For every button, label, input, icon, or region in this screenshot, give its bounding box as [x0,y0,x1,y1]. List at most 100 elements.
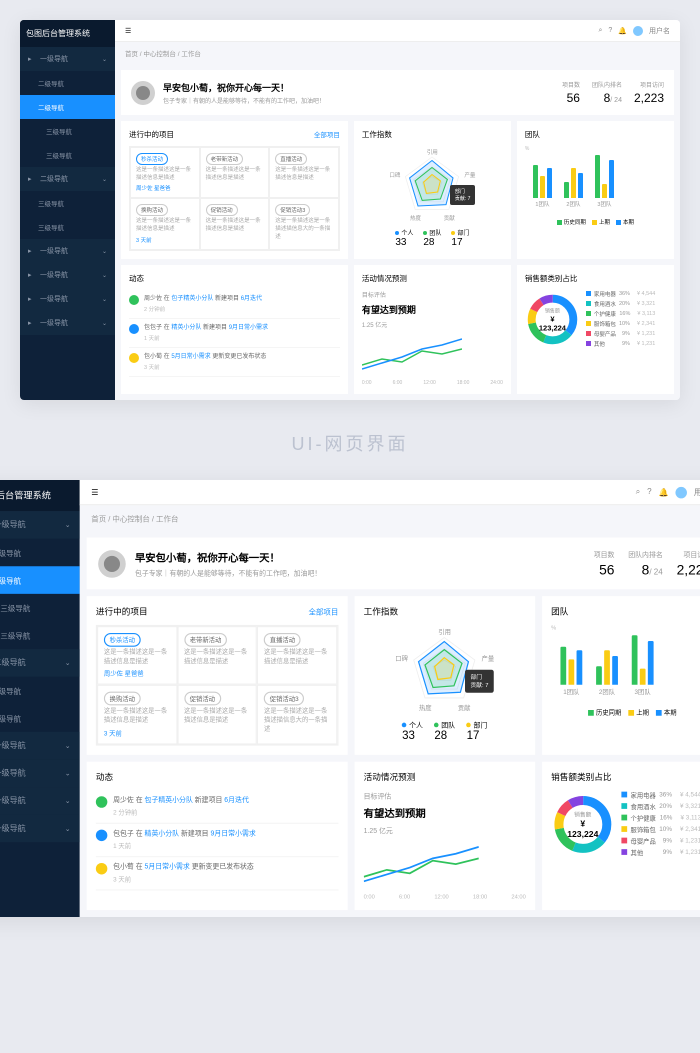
all-projects-link[interactable]: 全部项目 [314,129,340,140]
cloud-icon: ▸ [28,319,36,327]
username[interactable]: 用户名 [649,26,670,36]
sidebar-item[interactable]: ▸一级导航⌄ [20,287,115,311]
chevron-down-icon: ⌄ [65,797,71,805]
sidebar-item[interactable]: ▸一级导航⌄ [20,47,115,71]
team-card: 团队 % 1团队2团队3团队 历史同期上期本期 [542,596,700,754]
search-icon[interactable]: ⌕ [598,27,602,35]
grid-icon: ▸ [28,271,36,279]
sidebar-item[interactable]: ▸一级导航⌄ [20,239,115,263]
menu-icon[interactable]: ☰ [91,487,98,496]
sidebar-item[interactable]: 三级导航 [0,704,80,732]
sidebar-item[interactable]: 二级导航 [20,71,115,95]
radar-tooltip: 部门贡献: 7 [450,185,476,205]
activity-item[interactable]: 包小萄 在 5月日常小需求 更新变更已发布状态3 天前 [129,348,340,377]
sidebar-item[interactable]: ▸一级导航⌄ [20,311,115,335]
activity-item[interactable]: 包包子 在 精英小分队 新建项目 9月日常小需求1 天前 [129,319,340,348]
avatar[interactable] [675,486,687,498]
project-cell[interactable]: 直播活动这是一条描述这是一条描述信息是描述 [257,626,337,685]
username[interactable]: 用户名 [694,486,700,498]
help-icon[interactable]: ? [608,27,612,34]
sidebar-item[interactable]: 三级导航 [20,143,115,167]
donut-card: 销售额类别占比 销售额¥ 123,224 家用电器36%¥ 4 [542,761,700,909]
menu-icon[interactable]: ☰ [125,27,131,35]
sidebar-item[interactable]: 三级导航 [0,594,80,622]
activity-item[interactable]: 周少佐 在 包子精英小分队 新建项目 6月迭代2 分钟前 [96,790,338,823]
topbar: ☰ ⌕ ? 🔔 用户名 [115,20,680,42]
all-projects-link[interactable]: 全部项目 [308,605,338,618]
activity-item[interactable]: 周少佐 在 包子精英小分队 新建项目 6月迭代2 分钟前 [129,290,340,319]
donut-title: 销售额类别占比 [551,770,611,783]
forecast-line [362,335,462,375]
sidebar-item[interactable]: ▸一级导航⌄ [20,263,115,287]
chevron-down-icon: ⌄ [102,272,107,279]
project-cell[interactable]: 促销活动3这是一条描述这是一条描述描信息大的一条描述 [269,198,339,249]
projects-grid: 秒杀活动这是一条描述这是一条描述信息是描述周少佐 星爸爸老带新活动这是一条描述这… [96,625,338,745]
project-cell[interactable]: 老带新活动这是一条描述这是一条描述信息是描述 [177,626,257,685]
projects-title: 进行中的项目 [96,605,148,618]
sidebar-item[interactable]: ▸一级导航⌄ [0,759,80,787]
sidebar-item[interactable]: 三级导航 [20,215,115,239]
greeting-title: 早安包小萄，祝你开心每一天！ [135,549,321,564]
radar-stats: 个人33团队28部门17 [402,719,487,742]
donut-chart: 销售额¥ 123,224 [525,292,580,347]
chevron-down-icon: ⌄ [102,248,107,255]
stat-strip: 项目数56团队内排名8/ 24项目访问2,223 [562,80,664,105]
donut-legend: 家用电器36%¥ 4,544食用酒水20%¥ 3,321个护健康16%¥ 3,1… [621,790,700,859]
chevron-down-icon: ⌄ [65,769,71,777]
sidebar-item[interactable]: 三级导航 [20,191,115,215]
avatar[interactable] [633,26,643,36]
main: ☰ ⌕ ? 🔔 用户名 首页 / 中心控制台 / 工作台 早安包小萄，祝你开心每… [80,480,700,917]
activity-item[interactable]: 包小萄 在 5月日常小需求 更新变更已发布状态3 天前 [96,857,338,890]
sidebar-item[interactable]: ▸一级导航⌄ [0,787,80,815]
project-cell[interactable]: 换购活动这是一条描述这是一条描述信息是描述3 天前 [130,198,200,249]
sidebar-item[interactable]: ▸二级导航⌄ [0,649,80,677]
radar-stats: 个人33团队28部门17 [395,228,469,248]
chevron-down-icon: ⌄ [102,56,107,63]
greeting-card: 早安包小萄，祝你开心每一天！ 包子专家｜有朝的人是能够等待，不能有的工作吧，加油… [121,70,674,115]
donut-title: 销售额类别占比 [525,273,578,284]
sidebar-item[interactable]: ▸一级导航⌄ [0,732,80,760]
project-cell[interactable]: 促销活动这是一条描述这是一条描述信息是描述 [200,198,270,249]
workindex-title: 工作指数 [362,129,392,140]
donut-chart: 销售额¥ 123,224 [551,793,614,856]
forecast-headline: 有望达到预期 [364,805,526,820]
dashboard: 包图后台管理系统 ▸一级导航⌄二级导航二级导航三级导航三级导航▸二级导航⌄三级导… [20,20,680,400]
sidebar-item[interactable]: 三级导航 [20,119,115,143]
projects-card: 进行中的项目 全部项目 秒杀活动这是一条描述这是一条描述信息是描述周少佐 星爸爸老… [87,596,348,754]
project-cell[interactable]: 直播活动这是一条描述这是一条描述信息是描述 [269,147,339,198]
projects-grid: 秒杀活动这是一条描述这是一条描述信息是描述周少佐 星爸爸老带新活动这是一条描述这… [129,146,340,251]
greeting-card: 早安包小萄，祝你开心每一天！ 包子专家｜有朝的人是能够等待，不能有的工作吧，加油… [87,537,700,589]
help-icon[interactable]: ? [647,488,651,496]
project-cell[interactable]: 秒杀活动这是一条描述这是一条描述信息是描述周少佐 星爸爸 [97,626,177,685]
sidebar-item[interactable]: 二级导航 [20,95,115,119]
nav-list: ▸一级导航⌄二级导航二级导航三级导航三级导航▸二级导航⌄三级导航三级导航▸一级导… [20,47,115,335]
greeting-title: 早安包小萄，祝你开心每一天！ [163,81,325,94]
project-cell[interactable]: 老带新活动这是一条描述这是一条描述信息是描述 [200,147,270,198]
project-cell[interactable]: 秒杀活动这是一条描述这是一条描述信息是描述周少佐 星爸爸 [130,147,200,198]
breadcrumb: 首页 / 中心控制台 / 工作台 [115,42,680,64]
nav-list: ▸一级导航⌄二级导航二级导航三级导航三级导航▸二级导航⌄三级导航三级导航▸一级导… [0,511,80,842]
team-card: 团队 % 1团队2团队3团队 历史同期上期本期 [517,121,674,259]
team-title: 团队 [551,605,568,618]
forecast-title: 活动情况预测 [362,273,407,284]
activity-list: 周少佐 在 包子精英小分队 新建项目 6月迭代2 分钟前包包子 在 精英小分队 … [96,790,338,890]
project-cell[interactable]: 促销活动这是一条描述这是一条描述信息是描述 [177,685,257,744]
projects-card: 进行中的项目全部项目 秒杀活动这是一条描述这是一条描述信息是描述周少佐 星爸爸老… [121,121,348,259]
bell-icon[interactable]: 🔔 [659,487,669,496]
sidebar-item[interactable]: 三级导航 [0,676,80,704]
sidebar-item[interactable]: ▸一级导航⌄ [0,511,80,539]
sidebar-item[interactable]: 二级导航 [0,566,80,594]
project-cell[interactable]: 促销活动3这是一条描述这是一条描述描信息大的一条描述 [257,685,337,744]
chevron-down-icon: ⌄ [65,659,71,667]
main: ☰ ⌕ ? 🔔 用户名 首页 / 中心控制台 / 工作台 早安包小萄，祝你开心每… [115,20,680,400]
forecast-title: 活动情况预测 [364,770,416,783]
search-icon[interactable]: ⌕ [636,487,641,496]
sidebar-item[interactable]: ▸一级导航⌄ [0,814,80,842]
team-title: 团队 [525,129,540,140]
sidebar-item[interactable]: 二级导航 [0,538,80,566]
sidebar-item[interactable]: 三级导航 [0,621,80,649]
sidebar-item[interactable]: ▸二级导航⌄ [20,167,115,191]
activity-item[interactable]: 包包子 在 精英小分队 新建项目 9月日常小需求1 天前 [96,823,338,856]
project-cell[interactable]: 换购活动这是一条描述这是一条描述信息是描述3 天前 [97,685,177,744]
bell-icon[interactable]: 🔔 [618,27,627,35]
